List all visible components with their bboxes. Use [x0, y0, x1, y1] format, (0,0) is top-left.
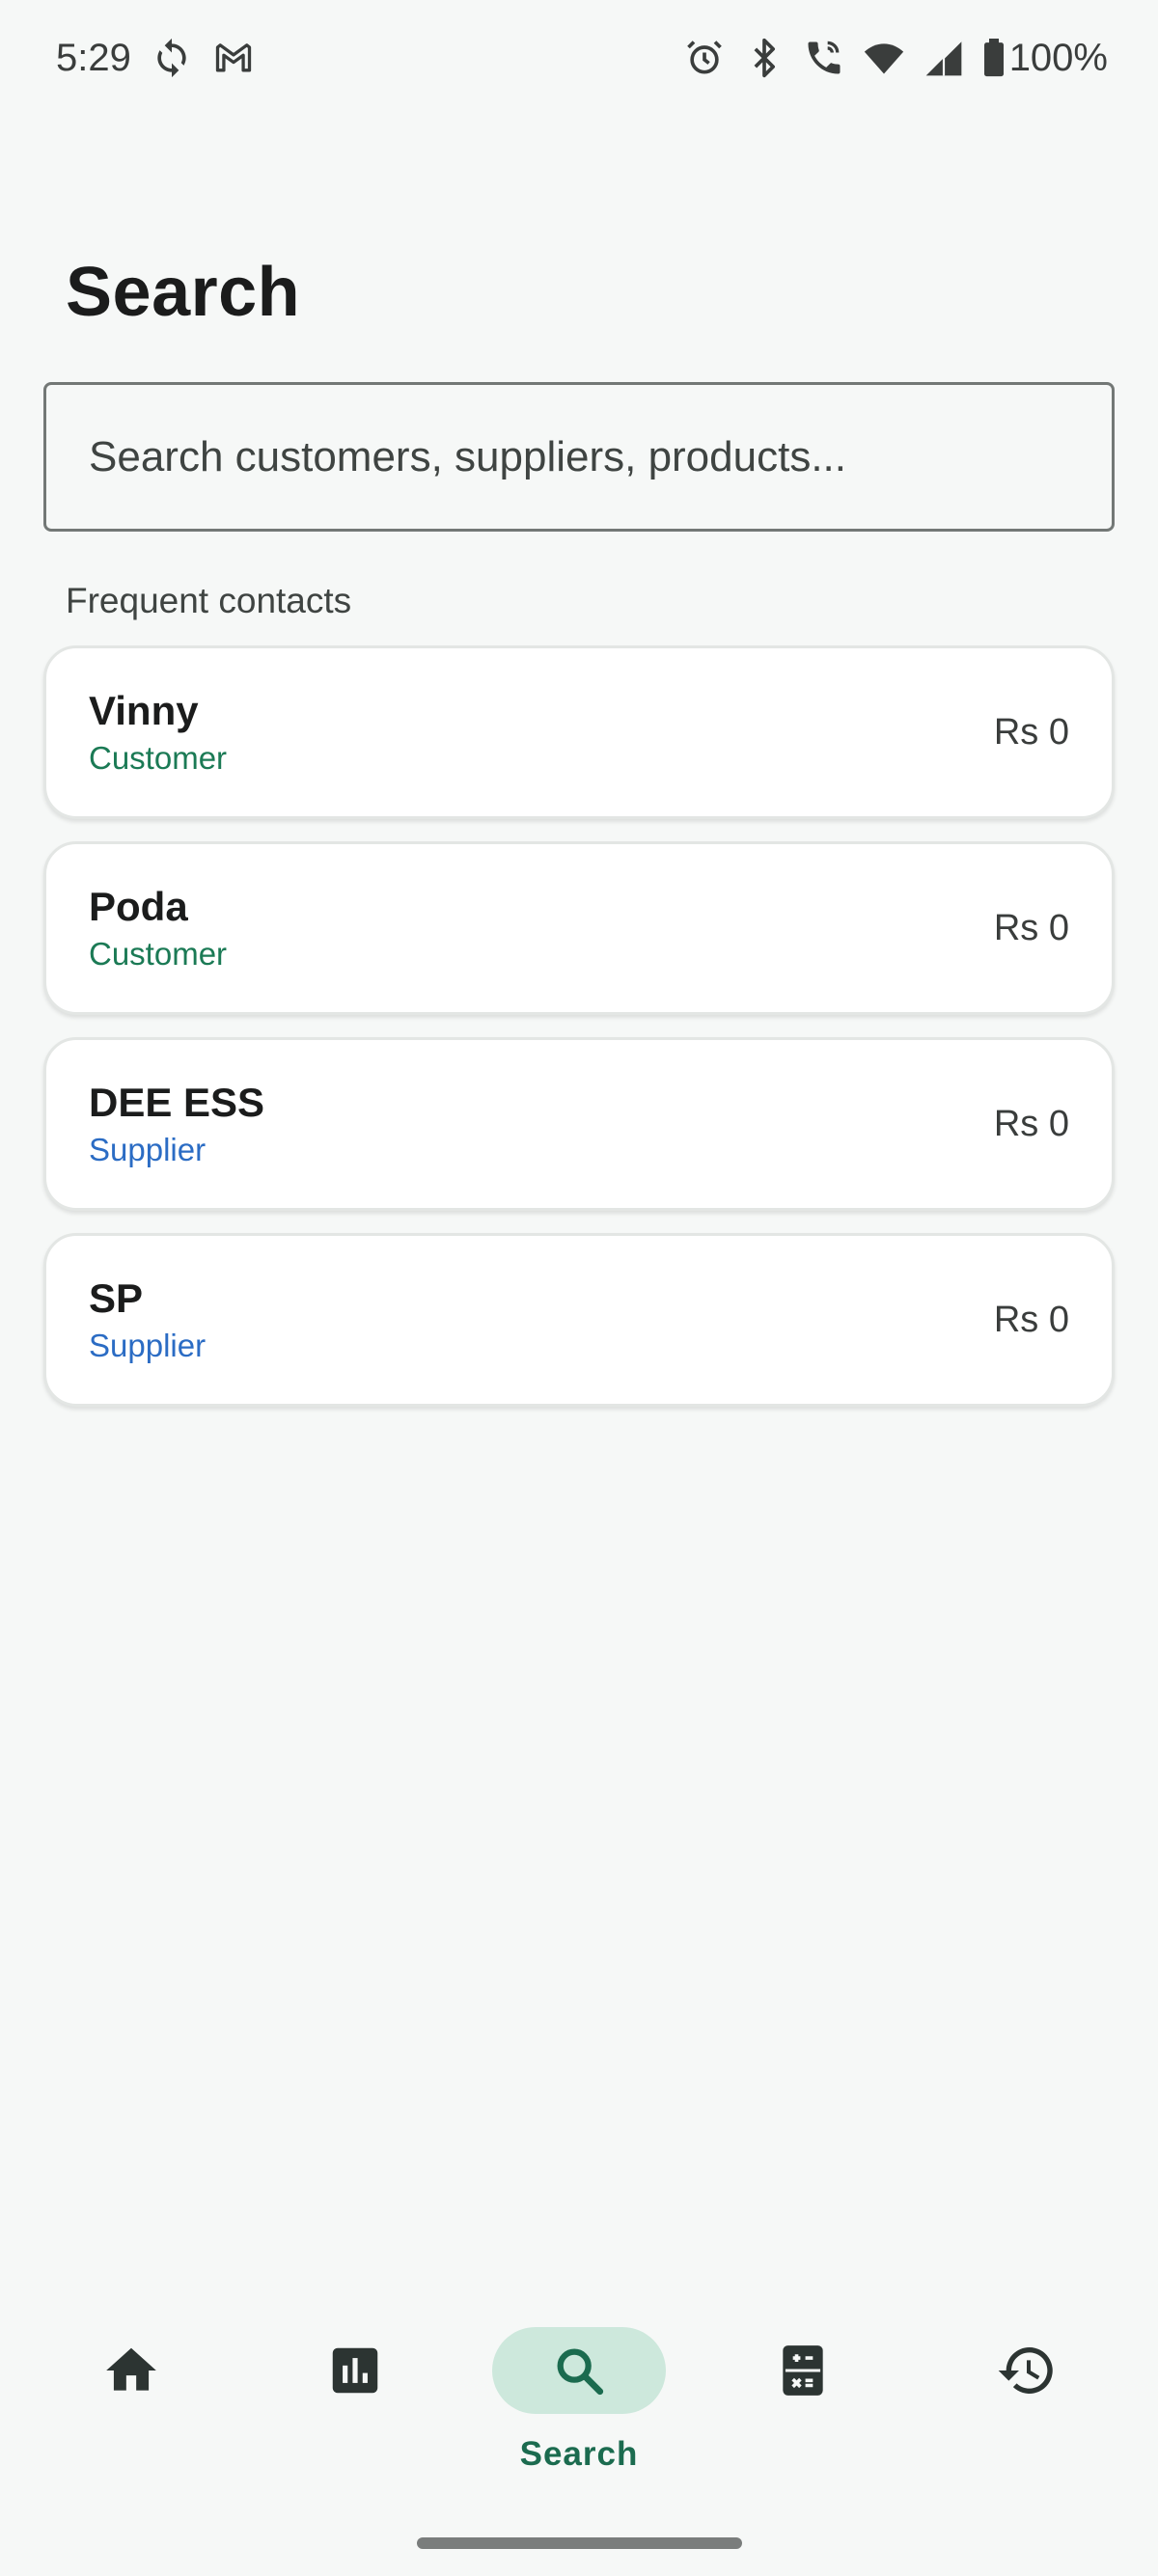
wifi-icon — [863, 37, 905, 79]
contact-name: Vinny — [89, 688, 199, 733]
battery-icon — [982, 39, 1006, 77]
contact-card[interactable]: Poda Customer Rs 0 — [43, 841, 1115, 1015]
contact-card[interactable]: Vinny Customer Rs 0 — [43, 645, 1115, 819]
nav-ledger[interactable] — [706, 2316, 899, 2414]
contact-type: Customer — [89, 740, 228, 776]
contact-balance: Rs 0 — [993, 1103, 1069, 1144]
status-bar-right: 100% — [683, 37, 1108, 80]
contact-balance: Rs 0 — [993, 1299, 1069, 1340]
home-indicator[interactable] — [417, 2537, 742, 2549]
ledger-icon — [716, 2327, 890, 2414]
battery-level: 100% — [1008, 36, 1108, 79]
status-bar-left: 5:29 — [56, 37, 255, 80]
bar-chart-icon — [268, 2327, 442, 2414]
status-bar: 5:29 100% — [0, 0, 1158, 116]
nav-search[interactable]: Search — [482, 2316, 676, 2474]
history-icon — [940, 2327, 1114, 2414]
home-icon — [44, 2327, 218, 2414]
search-icon — [492, 2327, 666, 2414]
nav-history[interactable] — [930, 2316, 1123, 2414]
contact-info: Vinny Customer — [89, 688, 227, 777]
contact-info: Poda Customer — [89, 884, 227, 973]
contact-balance: Rs 0 — [993, 711, 1069, 753]
nav-search-label: Search — [519, 2435, 639, 2473]
bottom-navigation: Search — [0, 2316, 1158, 2499]
frequent-contacts-list: Vinny Customer Rs 0 Poda Customer Rs 0 D… — [43, 645, 1115, 1429]
nav-reports[interactable] — [259, 2316, 452, 2414]
contact-name: DEE ESS — [89, 1080, 265, 1125]
contact-type: Supplier — [89, 1328, 207, 1363]
bluetooth-icon — [743, 37, 786, 79]
signal-icon — [923, 37, 965, 79]
gmail-icon — [212, 37, 255, 79]
contact-name: SP — [89, 1275, 144, 1321]
alarm-icon — [683, 37, 726, 79]
search-input[interactable] — [89, 432, 1069, 481]
contact-type: Customer — [89, 936, 228, 972]
wifi-calling-icon — [803, 37, 845, 79]
contact-info: SP Supplier — [89, 1275, 206, 1364]
contact-type: Supplier — [89, 1132, 207, 1167]
search-field[interactable] — [43, 382, 1115, 532]
status-time: 5:29 — [56, 36, 131, 79]
contact-card[interactable]: DEE ESS Supplier Rs 0 — [43, 1037, 1115, 1211]
contact-card[interactable]: SP Supplier Rs 0 — [43, 1233, 1115, 1407]
contact-info: DEE ESS Supplier — [89, 1080, 264, 1168]
page-title: Search — [66, 254, 301, 331]
search-screen: 5:29 100% Search Search customers, suppl… — [0, 0, 1158, 2576]
contact-name: Poda — [89, 884, 188, 929]
contact-balance: Rs 0 — [993, 907, 1069, 948]
nav-home[interactable] — [35, 2316, 228, 2414]
frequent-contacts-label: Frequent contacts — [66, 581, 352, 620]
sync-icon — [151, 37, 193, 79]
